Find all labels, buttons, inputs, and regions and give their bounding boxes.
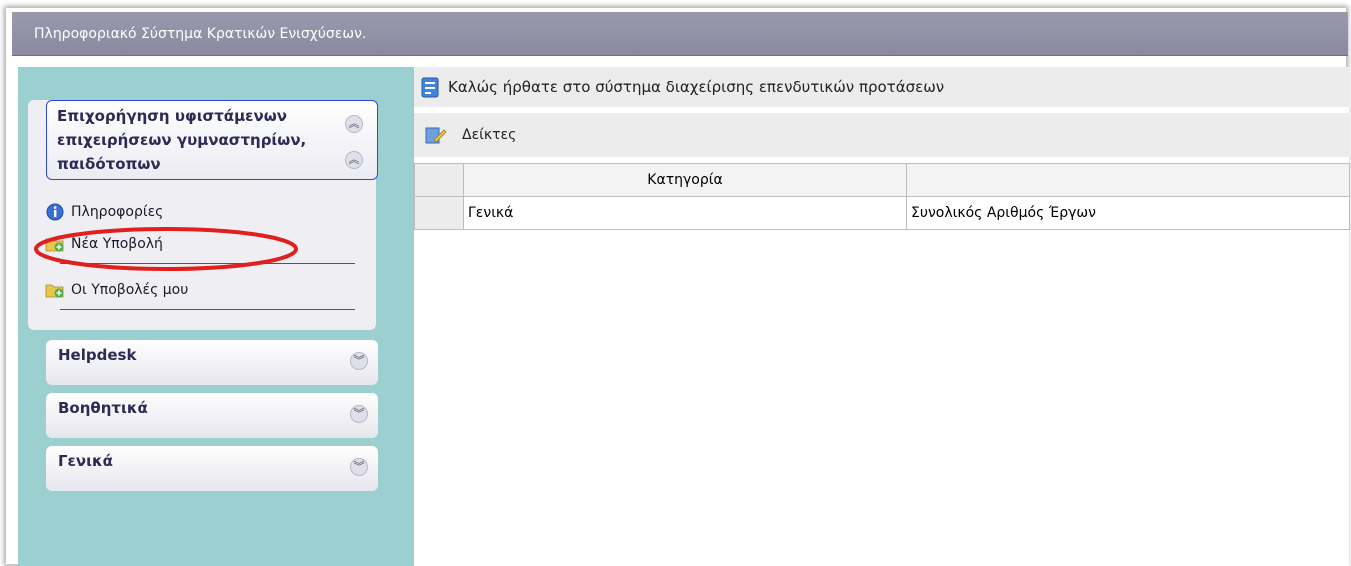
column-header[interactable]: [906, 163, 1350, 197]
folder-add-icon: [45, 284, 64, 298]
table-cell: [414, 196, 464, 230]
panel-helpdesk-title: Helpdesk: [58, 346, 137, 364]
panel-grants-title: Επιχορήγηση υφιστάμενων επιχειρήσεων γυμ…: [57, 107, 307, 173]
panel-helpdesk[interactable]: Helpdesk ︾: [46, 340, 378, 385]
menu-item-label: Νέα Υποβολή: [71, 236, 163, 252]
app-title: Πληροφοριακό Σύστημα Κρατικών Ενισχύσεων…: [34, 26, 367, 42]
app-header: Πληροφοριακό Σύστημα Κρατικών Ενισχύσεων…: [12, 12, 1348, 56]
chevron-up-icon[interactable]: ︽: [345, 115, 363, 133]
column-header-category[interactable]: Κατηγορία: [463, 163, 907, 197]
menu-item-info[interactable]: Πληροφορίες: [45, 203, 163, 221]
chevron-down-icon[interactable]: ︾: [350, 352, 368, 370]
menu-divider: [60, 309, 355, 310]
edit-document-icon: [425, 127, 447, 144]
table-header-row: Κατηγορία: [414, 163, 1350, 197]
menu-item-label: Πληροφορίες: [71, 204, 164, 220]
panel-grants-header[interactable]: Επιχορήγηση υφιστάμενων επιχειρήσεων γυμ…: [46, 100, 378, 180]
menu-item-my-submissions[interactable]: Οι Υποβολές μου: [45, 281, 188, 299]
chevron-up-icon[interactable]: ︽: [345, 151, 363, 169]
main-content: Καλώς ήρθατε στο σύστημα διαχείρισης επε…: [413, 67, 1350, 566]
tab-bar: Δείκτες: [414, 113, 1350, 157]
panel-tools-title: Βοηθητικά: [58, 399, 148, 417]
table-row[interactable]: Γενικά Συνολικός Αριθμός Έργων: [414, 196, 1350, 230]
table-cell: Γενικά: [463, 196, 907, 230]
welcome-text: Καλώς ήρθατε στο σύστημα διαχείρισης επε…: [448, 78, 945, 96]
welcome-bar: Καλώς ήρθατε στο σύστημα διαχείρισης επε…: [414, 67, 1350, 107]
tab-indicators[interactable]: Δείκτες: [462, 127, 516, 143]
column-header: [414, 163, 464, 197]
folder-add-icon: [45, 238, 64, 252]
menu-divider: [60, 263, 355, 264]
panel-tools[interactable]: Βοηθητικά ︾: [46, 393, 378, 438]
table-cell: Συνολικός Αριθμός Έργων: [906, 196, 1350, 230]
menu-item-new-submission[interactable]: Νέα Υποβολή: [45, 235, 163, 253]
document-icon: [421, 77, 439, 98]
panel-general[interactable]: Γενικά ︾: [46, 446, 378, 491]
menu-item-label: Οι Υποβολές μου: [71, 282, 189, 298]
chevron-down-icon[interactable]: ︾: [350, 405, 368, 423]
panel-general-title: Γενικά: [58, 452, 113, 470]
chevron-down-icon[interactable]: ︾: [350, 458, 368, 476]
indicators-table: Κατηγορία Γενικά Συνολικός Αριθμός Έργων: [414, 163, 1350, 230]
info-icon: [46, 203, 64, 221]
